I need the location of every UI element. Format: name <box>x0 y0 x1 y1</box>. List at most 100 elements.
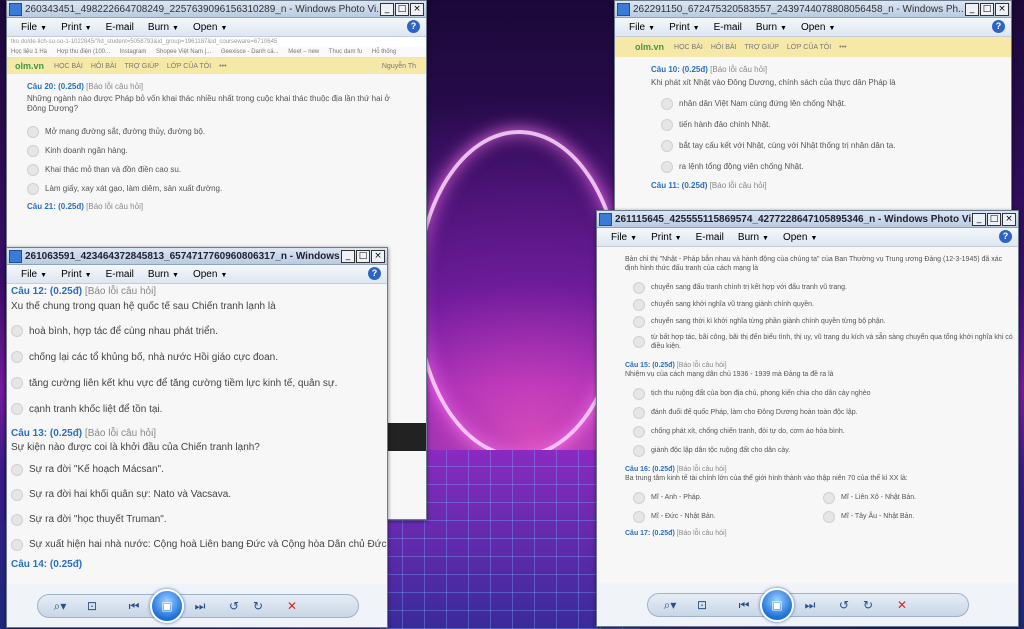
zoom-icon[interactable]: ⌕▾ <box>48 599 72 614</box>
answer-option[interactable]: hoà bình, hợp tác để cùng nhau phát triể… <box>11 318 383 344</box>
radio-button[interactable] <box>633 444 645 457</box>
maximize-button[interactable]: □ <box>395 2 409 16</box>
radio-button[interactable] <box>27 125 39 138</box>
bookmark[interactable]: Thuc dam fu <box>329 49 362 55</box>
help-icon[interactable]: ? <box>999 230 1012 243</box>
menu-print[interactable]: Print ▼ <box>651 232 682 243</box>
nav-item[interactable]: HỌC BÀI <box>54 63 83 70</box>
answer-option[interactable]: tăng cường liên kết khu vực để tăng cườn… <box>11 370 383 396</box>
nav-item[interactable]: TRỢ GIÚP <box>745 44 779 51</box>
nav-item[interactable]: LỚP CỦA TÔI <box>787 44 831 51</box>
previous-icon[interactable]: ⏮ <box>732 598 756 613</box>
menu-open[interactable]: Open ▼ <box>783 232 817 243</box>
menu-burn[interactable]: Burn ▼ <box>148 22 179 33</box>
radio-button[interactable] <box>661 97 673 110</box>
nav-item[interactable]: HỎI BÀI <box>91 63 117 70</box>
radio-button[interactable] <box>633 336 645 348</box>
answer-option[interactable]: ra lệnh tổng động viên chống Nhật. <box>651 156 991 177</box>
radio-button[interactable] <box>11 403 23 415</box>
menu-print[interactable]: Print ▼ <box>61 22 92 33</box>
bookmark[interactable]: Instagram <box>120 49 147 55</box>
radio-button[interactable] <box>11 488 23 501</box>
nav-item[interactable]: ••• <box>219 63 226 70</box>
radio-button[interactable] <box>633 298 645 311</box>
menu-email[interactable]: E-mail <box>106 22 134 33</box>
previous-icon[interactable]: ⏮ <box>122 599 146 614</box>
menu-email[interactable]: E-mail <box>714 22 742 33</box>
maximize-button[interactable]: □ <box>980 2 994 16</box>
report-link[interactable]: [Báo lỗi câu hỏi] <box>710 181 767 190</box>
help-icon[interactable]: ? <box>992 20 1005 33</box>
fit-icon[interactable]: ⊡ <box>690 598 714 612</box>
answer-option[interactable]: nhân dân Việt Nam cùng đứng lên chống Nh… <box>651 93 991 114</box>
answer-option[interactable]: Khai thác mỏ than và đồn điền cao su. <box>27 160 406 179</box>
answer-option[interactable]: chống lại các tổ khủng bố, nhà nước Hồi … <box>11 344 383 370</box>
answer-option[interactable]: Mĩ - Đức - Nhật Bản. <box>633 507 823 526</box>
radio-button[interactable] <box>633 281 645 294</box>
maximize-button[interactable]: □ <box>356 249 370 263</box>
menu-burn[interactable]: Burn ▼ <box>148 269 179 280</box>
answer-option[interactable]: đánh đuổi đế quốc Pháp, làm cho Đông Dươ… <box>625 403 1014 422</box>
radio-button[interactable] <box>633 315 645 328</box>
nav-item[interactable]: ••• <box>839 44 846 51</box>
minimize-button[interactable]: _ <box>972 212 986 226</box>
radio-button[interactable] <box>633 406 645 419</box>
menu-print[interactable]: Print ▼ <box>669 22 700 33</box>
menu-open[interactable]: Open ▼ <box>193 22 227 33</box>
answer-option[interactable]: Kinh doanh ngân hàng. <box>27 141 406 160</box>
photo-viewer-window-4[interactable]: 261115645_425555115869574_42772286471058… <box>596 210 1019 627</box>
report-link[interactable]: [Báo lỗi câu hỏi] <box>677 466 727 473</box>
radio-button[interactable] <box>661 139 673 152</box>
answer-option[interactable]: Mở mang đường sắt, đường thủy, đường bộ. <box>27 122 406 141</box>
close-button[interactable]: × <box>410 2 424 16</box>
radio-button[interactable] <box>823 491 835 504</box>
bookmark[interactable]: Geexisce - Danh cá... <box>221 49 279 55</box>
radio-button[interactable] <box>11 463 23 476</box>
answer-option[interactable]: tịch thu ruộng đất của bọn địa chủ, phon… <box>625 384 1014 403</box>
report-link[interactable]: [Báo lỗi câu hỏi] <box>85 428 156 439</box>
menu-file[interactable]: File ▼ <box>21 269 47 280</box>
delete-icon[interactable]: ✕ <box>890 598 914 612</box>
bookmark[interactable]: Học liệu 1 Hà <box>11 49 47 55</box>
answer-option[interactable]: bắt tay cấu kết với Nhật, cùng với Nhật … <box>651 135 991 156</box>
rotate-right-icon[interactable]: ↻ <box>856 598 880 612</box>
menu-print[interactable]: Print ▼ <box>61 269 92 280</box>
minimize-button[interactable]: _ <box>965 2 979 16</box>
radio-button[interactable] <box>11 325 23 337</box>
answer-option[interactable]: tiến hành đảo chính Nhật. <box>651 114 991 135</box>
menu-burn[interactable]: Burn ▼ <box>738 232 769 243</box>
report-link[interactable]: [Báo lỗi câu hỏi] <box>710 65 767 74</box>
answer-option[interactable]: Sự ra đời "học thuyết Truman". <box>11 507 383 532</box>
answer-option[interactable]: Sự ra đời hai khối quân sự: Nato và Vacs… <box>11 482 383 507</box>
radio-button[interactable] <box>27 182 39 195</box>
report-link[interactable]: [Báo lỗi câu hỏi] <box>86 202 143 211</box>
title-bar[interactable]: 261063591_423464372845813_65747177609608… <box>7 248 387 265</box>
menu-file[interactable]: File ▼ <box>21 22 47 33</box>
report-link[interactable]: [Báo lỗi câu hỏi] <box>86 82 143 91</box>
report-link[interactable]: [Báo lỗi câu hỏi] <box>85 286 156 297</box>
site-logo[interactable]: olm.vn <box>635 42 664 52</box>
answer-option[interactable]: từ bất hợp tác, bãi công, bãi thị đến bi… <box>625 330 1014 354</box>
next-icon[interactable]: ⏭ <box>798 598 822 613</box>
nav-item[interactable]: TRỢ GIÚP <box>125 63 159 70</box>
radio-button[interactable] <box>633 491 645 504</box>
close-button[interactable]: × <box>371 249 385 263</box>
fit-icon[interactable]: ⊡ <box>80 599 104 613</box>
radio-button[interactable] <box>661 118 673 131</box>
answer-option[interactable]: Sự ra đời "Kế hoạch Mácsan". <box>11 457 383 482</box>
title-bar[interactable]: 261115645_425555115869574_42772286471058… <box>597 211 1018 228</box>
menu-open[interactable]: Open ▼ <box>193 269 227 280</box>
answer-option[interactable]: chuyển sang khởi nghĩa vũ trang giành ch… <box>625 296 1014 313</box>
radio-button[interactable] <box>11 538 23 551</box>
rotate-left-icon[interactable]: ↺ <box>222 599 246 613</box>
nav-item[interactable]: HỌC BÀI <box>674 44 703 51</box>
bookmark[interactable]: Hỗ thống <box>372 49 396 55</box>
radio-button[interactable] <box>661 160 673 173</box>
slideshow-icon[interactable]: ▣ <box>150 589 184 623</box>
menu-file[interactable]: File ▼ <box>629 22 655 33</box>
radio-button[interactable] <box>633 387 645 400</box>
close-button[interactable]: × <box>995 2 1009 16</box>
answer-option[interactable]: Mĩ - Liên Xô - Nhật Bản. <box>823 488 993 507</box>
answer-option[interactable]: Mĩ - Anh - Pháp. <box>633 488 823 507</box>
close-button[interactable]: × <box>1002 212 1016 226</box>
